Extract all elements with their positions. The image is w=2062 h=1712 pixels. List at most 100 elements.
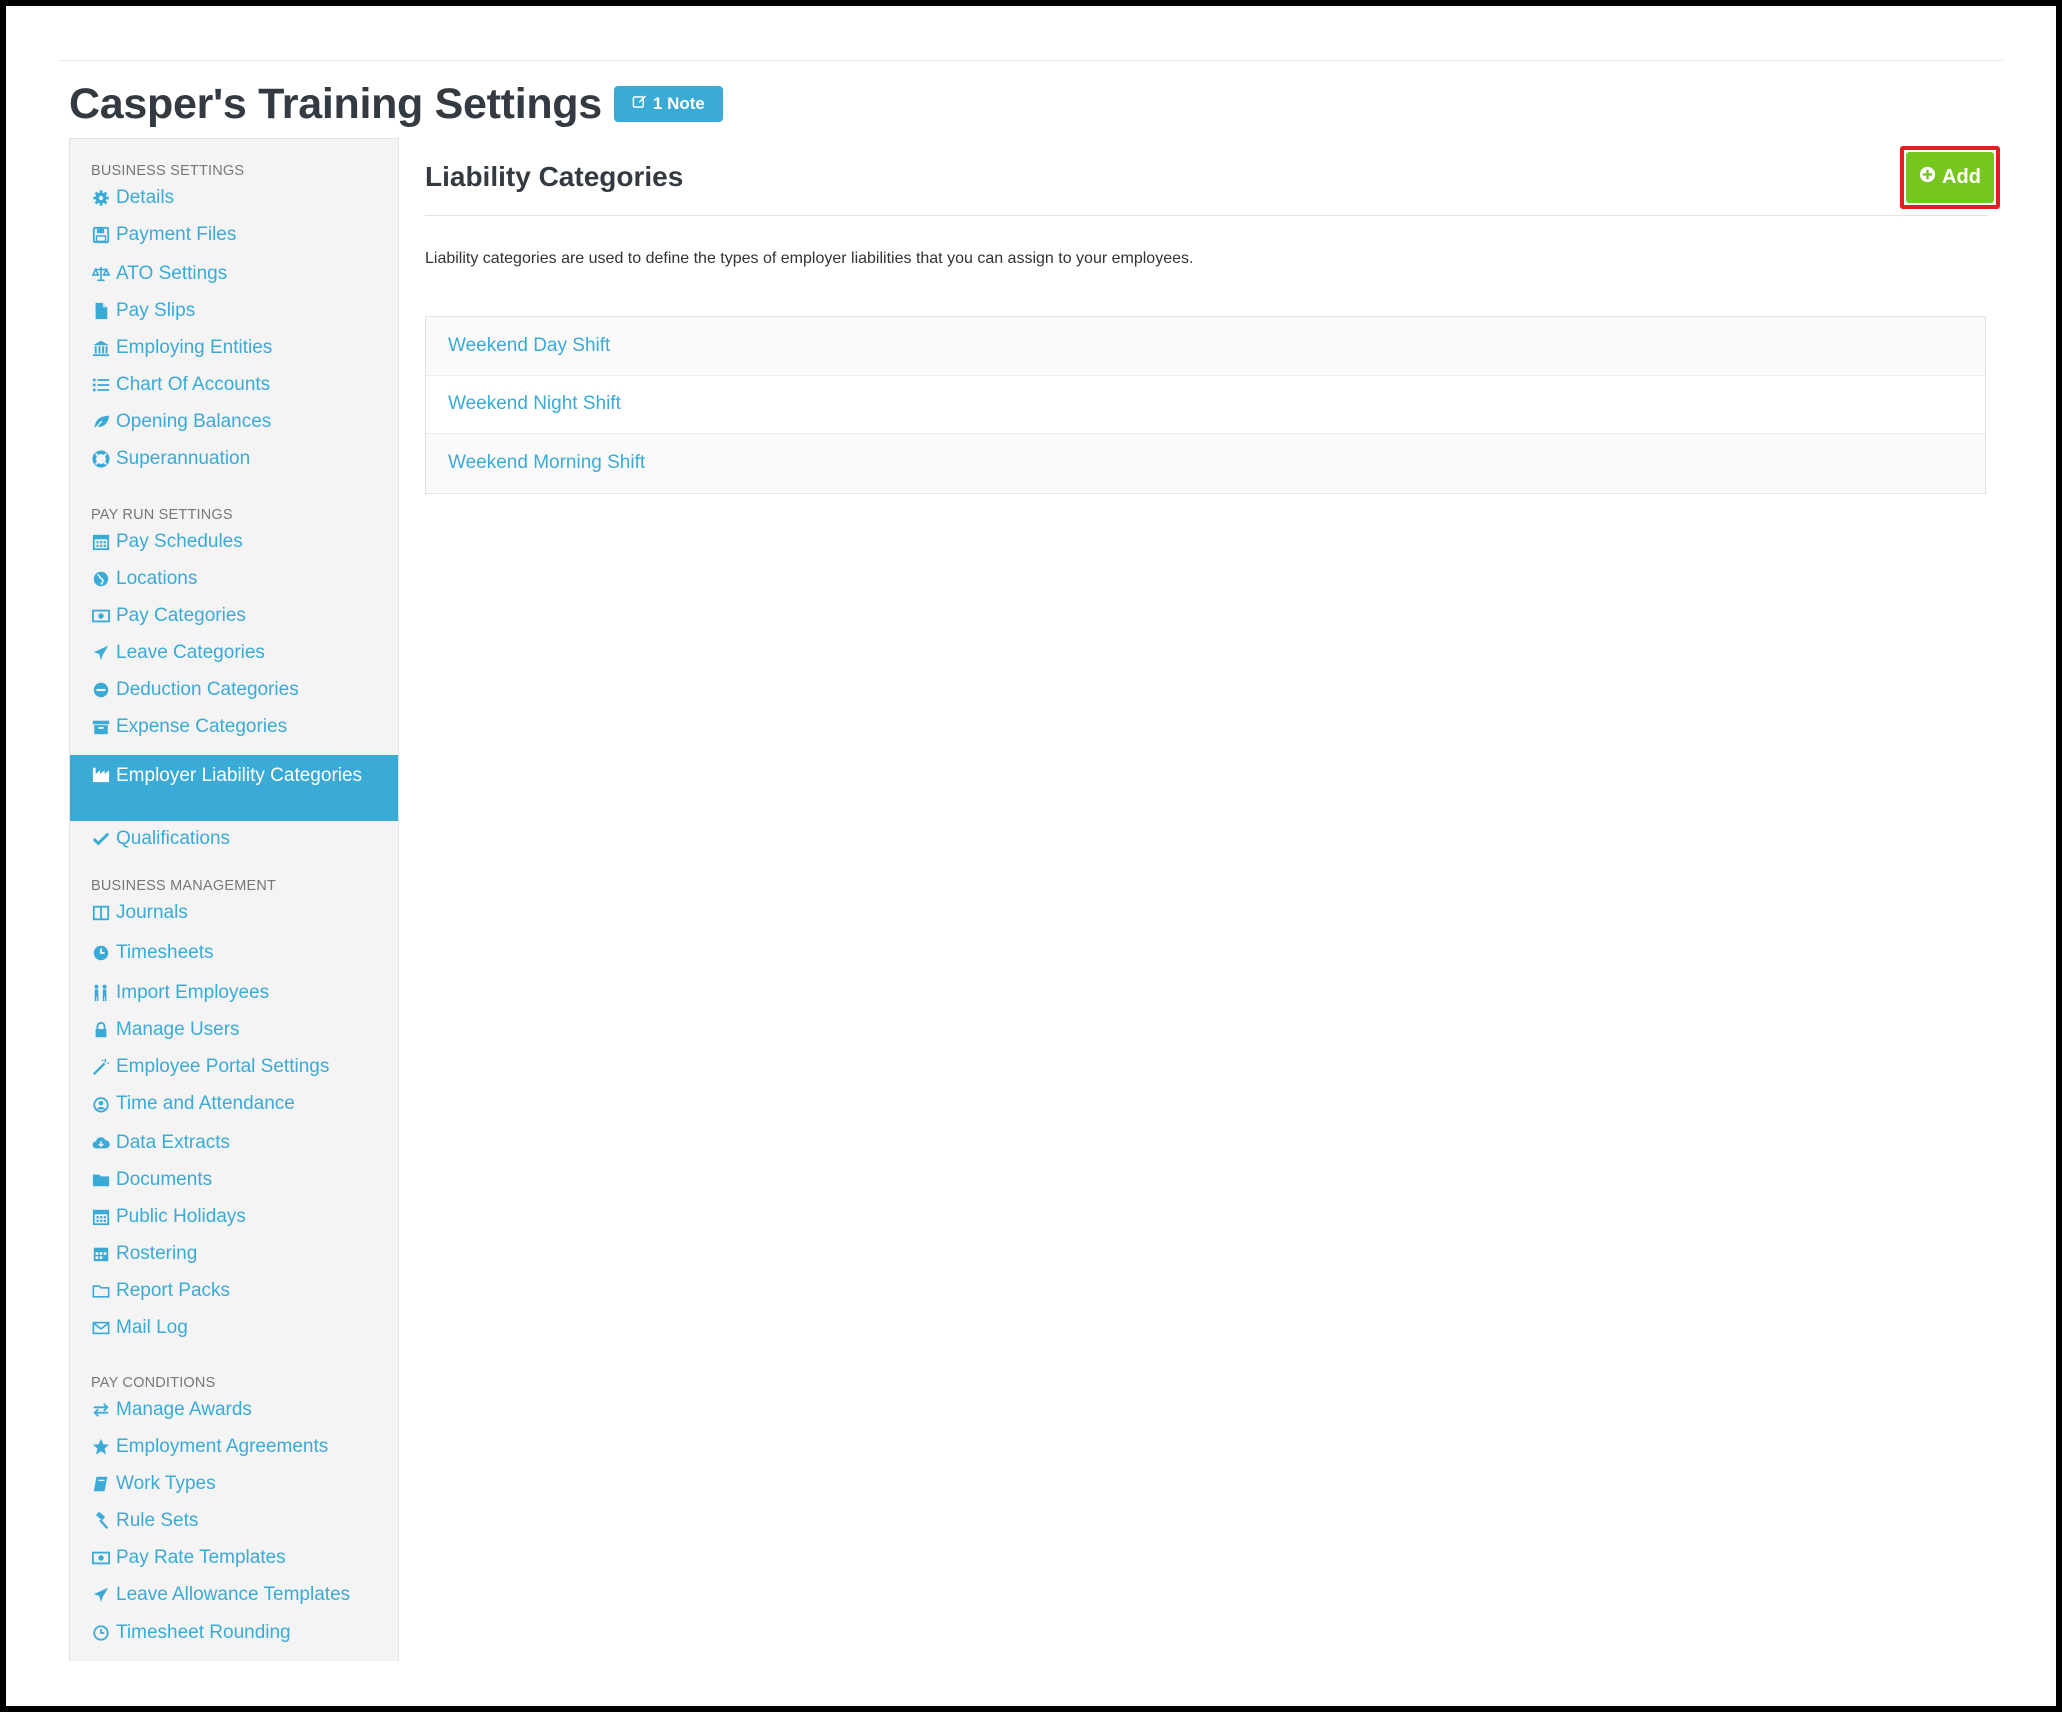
sidebar-item-deduction-categories[interactable]: Deduction Categories xyxy=(91,675,398,705)
list-item[interactable]: Weekend Day Shift xyxy=(426,317,1985,376)
sidebar-item-label: Details xyxy=(116,187,175,208)
sidebar-item-employee-portal-settings[interactable]: Employee Portal Settings xyxy=(91,1052,398,1082)
clock-icon xyxy=(91,943,111,963)
cloud-download-icon xyxy=(91,1133,111,1153)
sidebar-item-label: Employment Agreements xyxy=(116,1436,329,1457)
plane-icon xyxy=(91,643,111,663)
section-heading-business-settings: BUSINESS SETTINGS xyxy=(91,163,245,179)
sidebar-item-timesheets[interactable]: Timesheets xyxy=(91,938,398,968)
sidebar-item-expense-categories[interactable]: Expense Categories xyxy=(91,712,398,742)
globe-icon xyxy=(91,569,111,589)
edit-note-icon xyxy=(632,94,647,114)
list-item[interactable]: Weekend Morning Shift xyxy=(426,434,1985,493)
section-heading-pay-run-settings: PAY RUN SETTINGS xyxy=(91,507,233,523)
sidebar-item-label: Opening Balances xyxy=(116,411,272,432)
sidebar-item-employing-entities[interactable]: Employing Entities xyxy=(91,333,398,363)
page-title: Casper's Training Settings xyxy=(69,79,602,128)
list-item-link[interactable]: Weekend Morning Shift xyxy=(448,452,645,474)
user-clock-icon xyxy=(91,1094,111,1114)
sidebar-item-work-types[interactable]: Work Types xyxy=(91,1469,398,1499)
sidebar-item-label: ATO Settings xyxy=(116,263,228,284)
content-title: Liability Categories xyxy=(425,161,684,192)
sidebar-item-pay-slips[interactable]: Pay Slips xyxy=(91,296,398,326)
sidebar-item-superannuation[interactable]: Superannuation xyxy=(91,444,398,474)
sidebar-item-label: Leave Categories xyxy=(116,642,265,663)
title-row: Casper's Training Settings 1 Note xyxy=(69,74,723,134)
sidebar-item-public-holidays[interactable]: Public Holidays xyxy=(91,1202,398,1232)
sidebar-item-payment-files[interactable]: Payment Files xyxy=(91,220,398,250)
sidebar-item-label: Expense Categories xyxy=(116,716,288,737)
page: Casper's Training Settings 1 Note BUSINE… xyxy=(6,6,2056,1706)
industry-icon xyxy=(91,765,111,783)
lock-icon xyxy=(91,1020,111,1040)
sidebar-item-label: Public Holidays xyxy=(116,1206,246,1227)
star-icon xyxy=(91,1437,111,1457)
add-button[interactable]: Add xyxy=(1906,152,1994,203)
sidebar-item-label: Qualifications xyxy=(116,828,231,849)
sidebar-item-label: Report Packs xyxy=(116,1280,231,1301)
sidebar-item-locations[interactable]: Locations xyxy=(91,564,398,594)
sidebar-item-pay-schedules[interactable]: Pay Schedules xyxy=(91,527,398,557)
sidebar-item-label: Chart Of Accounts xyxy=(116,374,271,395)
clock-outline-icon xyxy=(91,1623,111,1643)
sidebar-item-label: Manage Users xyxy=(116,1019,240,1040)
money-icon xyxy=(91,606,111,626)
sidebar-item-report-packs[interactable]: Report Packs xyxy=(91,1276,398,1306)
sidebar-item-label: Timesheets xyxy=(116,942,214,963)
folder-open-icon xyxy=(91,1281,111,1301)
book-icon xyxy=(91,1474,111,1494)
sidebar-item-manage-users[interactable]: Manage Users xyxy=(91,1015,398,1045)
scale-icon xyxy=(91,264,111,284)
sidebar-item-pay-categories[interactable]: Pay Categories xyxy=(91,601,398,631)
sidebar-item-label: Pay Slips xyxy=(116,300,196,321)
archive-icon xyxy=(91,717,111,737)
sidebar-item-import-employees[interactable]: Import Employees xyxy=(91,978,398,1008)
sidebar-item-label: Timesheet Rounding xyxy=(116,1622,291,1643)
list-item-link[interactable]: Weekend Day Shift xyxy=(448,335,610,357)
folder-icon xyxy=(91,1170,111,1190)
calendar-icon xyxy=(91,532,111,552)
sidebar-item-details[interactable]: Details xyxy=(91,183,398,213)
sidebar-item-ato-settings[interactable]: ATO Settings xyxy=(91,259,398,289)
sidebar-item-label: Manage Awards xyxy=(116,1399,252,1420)
magic-wand-icon xyxy=(91,1057,111,1077)
exchange-icon xyxy=(91,1400,111,1420)
sidebar-item-label: Superannuation xyxy=(116,448,251,469)
sidebar-item-data-extracts[interactable]: Data Extracts xyxy=(91,1128,398,1158)
sidebar-item-employer-liability-categories[interactable]: Employer Liability Categories xyxy=(70,755,398,821)
lifebuoy-icon xyxy=(91,449,111,469)
sidebar-item-mail-log[interactable]: Mail Log xyxy=(91,1313,398,1343)
sidebar-item-label: Pay Rate Templates xyxy=(116,1547,286,1568)
sidebar-item-label: Locations xyxy=(116,568,198,589)
sidebar-item-qualifications[interactable]: Qualifications xyxy=(91,824,398,854)
sidebar-item-rule-sets[interactable]: Rule Sets xyxy=(91,1506,398,1536)
list-item[interactable]: Weekend Night Shift xyxy=(426,375,1985,434)
list-item-link[interactable]: Weekend Night Shift xyxy=(448,393,621,415)
note-badge-label: 1 Note xyxy=(652,94,705,113)
sidebar-item-label: Leave Allowance Templates xyxy=(116,1584,351,1605)
sidebar-item-chart-of-accounts[interactable]: Chart Of Accounts xyxy=(91,370,398,400)
sidebar-item-employment-agreements[interactable]: Employment Agreements xyxy=(91,1432,398,1462)
file-icon xyxy=(91,301,111,321)
sidebar-item-label: Mail Log xyxy=(116,1317,188,1338)
sidebar-item-label: Import Employees xyxy=(116,982,270,1003)
sidebar-item-time-and-attendance[interactable]: Time and Attendance xyxy=(91,1089,398,1119)
sidebar-item-manage-awards[interactable]: Manage Awards xyxy=(91,1395,398,1425)
sidebar-item-label: Deduction Categories xyxy=(116,679,299,700)
gavel-icon xyxy=(91,1511,111,1531)
sidebar-item-journals[interactable]: Journals xyxy=(91,898,398,928)
note-badge-button[interactable]: 1 Note xyxy=(613,86,723,122)
sidebar-item-label: Documents xyxy=(116,1169,213,1190)
sidebar-item-pay-rate-templates[interactable]: Pay Rate Templates xyxy=(91,1543,398,1573)
top-divider xyxy=(58,60,2003,61)
liability-categories-list: Weekend Day Shift Weekend Night Shift We… xyxy=(425,316,1986,494)
sidebar-item-label: Rostering xyxy=(116,1243,198,1264)
sidebar-item-documents[interactable]: Documents xyxy=(91,1165,398,1195)
minus-circle-icon xyxy=(91,680,111,700)
sidebar-item-leave-allowance-templates[interactable]: Leave Allowance Templates xyxy=(91,1580,398,1610)
sidebar-item-leave-categories[interactable]: Leave Categories xyxy=(91,638,398,668)
sidebar-item-opening-balances[interactable]: Opening Balances xyxy=(91,407,398,437)
sidebar-item-rostering[interactable]: Rostering xyxy=(91,1239,398,1269)
sidebar-item-label: Rule Sets xyxy=(116,1510,199,1531)
sidebar-item-timesheet-rounding[interactable]: Timesheet Rounding xyxy=(91,1618,398,1648)
